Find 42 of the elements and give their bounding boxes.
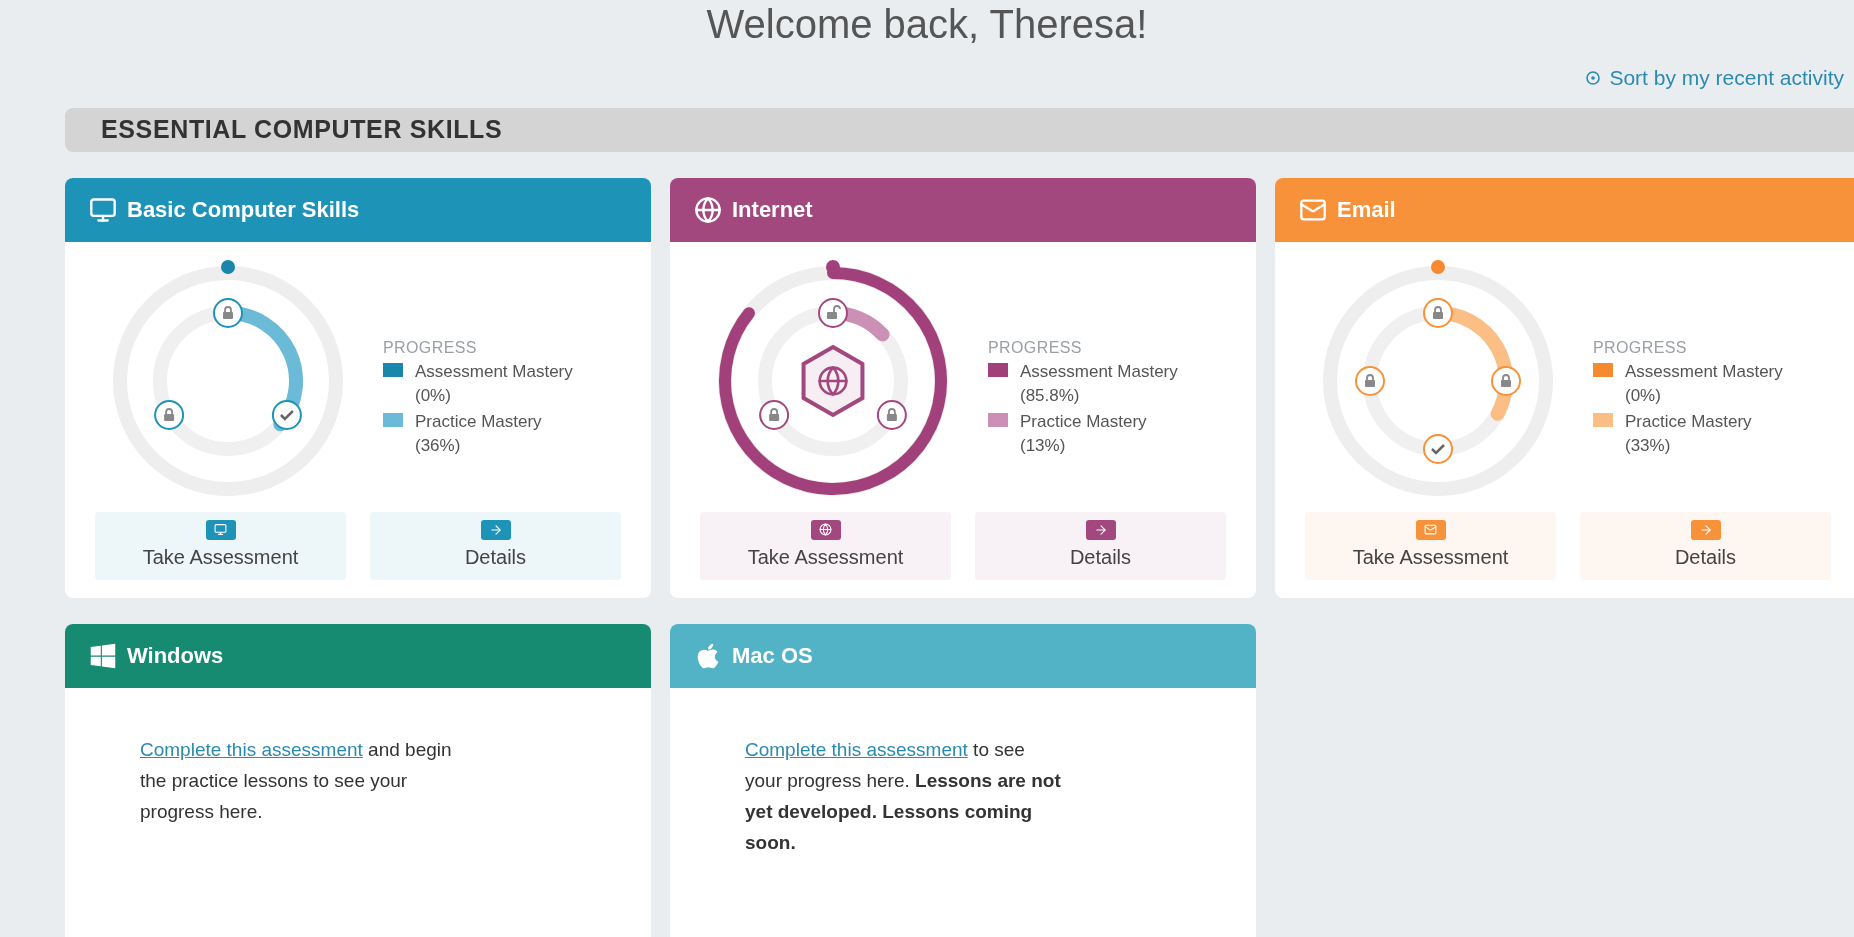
globe-icon — [694, 195, 722, 224]
legend-reading: (13%) — [1020, 434, 1067, 457]
assessment-message: Complete this assessment to see your progress here. Lessons are not yet developed. Lessons coming soon. — [745, 737, 1062, 855]
arrow-right-icon — [1690, 519, 1721, 540]
legend-reading: (33%) — [1625, 434, 1672, 457]
legend-title: PROGRESS — [988, 337, 1083, 358]
complete-assessment-link[interactable]: Complete this assessment — [140, 738, 363, 760]
complete-assessment-link[interactable]: Complete this assessment — [745, 738, 968, 760]
legend-reading: (85.8%) — [1020, 384, 1081, 407]
details-button[interactable]: Details — [1580, 511, 1831, 580]
envelope-icon — [1415, 519, 1446, 540]
take-assessment-button[interactable]: Take Assessment — [1305, 511, 1556, 580]
globe-icon — [810, 519, 841, 540]
legend-label: Practice Mastery — [1020, 410, 1147, 433]
legend-reading: (0%) — [1625, 384, 1662, 407]
details-button[interactable]: Details — [370, 511, 621, 580]
target-icon — [1585, 69, 1602, 86]
legend-title: PROGRESS — [383, 337, 478, 358]
legend-label: Assessment Mastery — [415, 360, 573, 383]
welcome-heading: Welcome back, Theresa! — [706, 1, 1148, 48]
arrow-right-icon — [1085, 519, 1116, 540]
monitor-icon — [89, 195, 117, 224]
arrow-right-icon — [480, 519, 511, 540]
monitor-icon — [205, 519, 236, 540]
card-title: Basic Computer Skills — [127, 196, 360, 224]
windows-logo-icon — [89, 641, 117, 670]
legend-label: Assessment Mastery — [1625, 360, 1783, 383]
take-assessment-button[interactable]: Take Assessment — [95, 511, 346, 580]
card-title: Email — [1337, 196, 1396, 224]
card-title: Internet — [732, 196, 813, 224]
legend-title: PROGRESS — [1593, 337, 1688, 358]
card-title: Windows — [127, 642, 224, 670]
details-button[interactable]: Details — [975, 511, 1226, 580]
legend-reading: (36%) — [415, 434, 462, 457]
legend-label: Practice Mastery — [415, 410, 542, 433]
take-assessment-button[interactable]: Take Assessment — [700, 511, 951, 580]
legend-label: Assessment Mastery — [1020, 360, 1178, 383]
legend-label: Practice Mastery — [1625, 410, 1752, 433]
legend-reading: (0%) — [415, 384, 452, 407]
section-title: ESSENTIAL COMPUTER SKILLS — [101, 113, 503, 145]
card-title: Mac OS — [732, 642, 813, 670]
assessment-message: Complete this assessment and begin the practice lessons to see your progress here. — [140, 737, 453, 824]
